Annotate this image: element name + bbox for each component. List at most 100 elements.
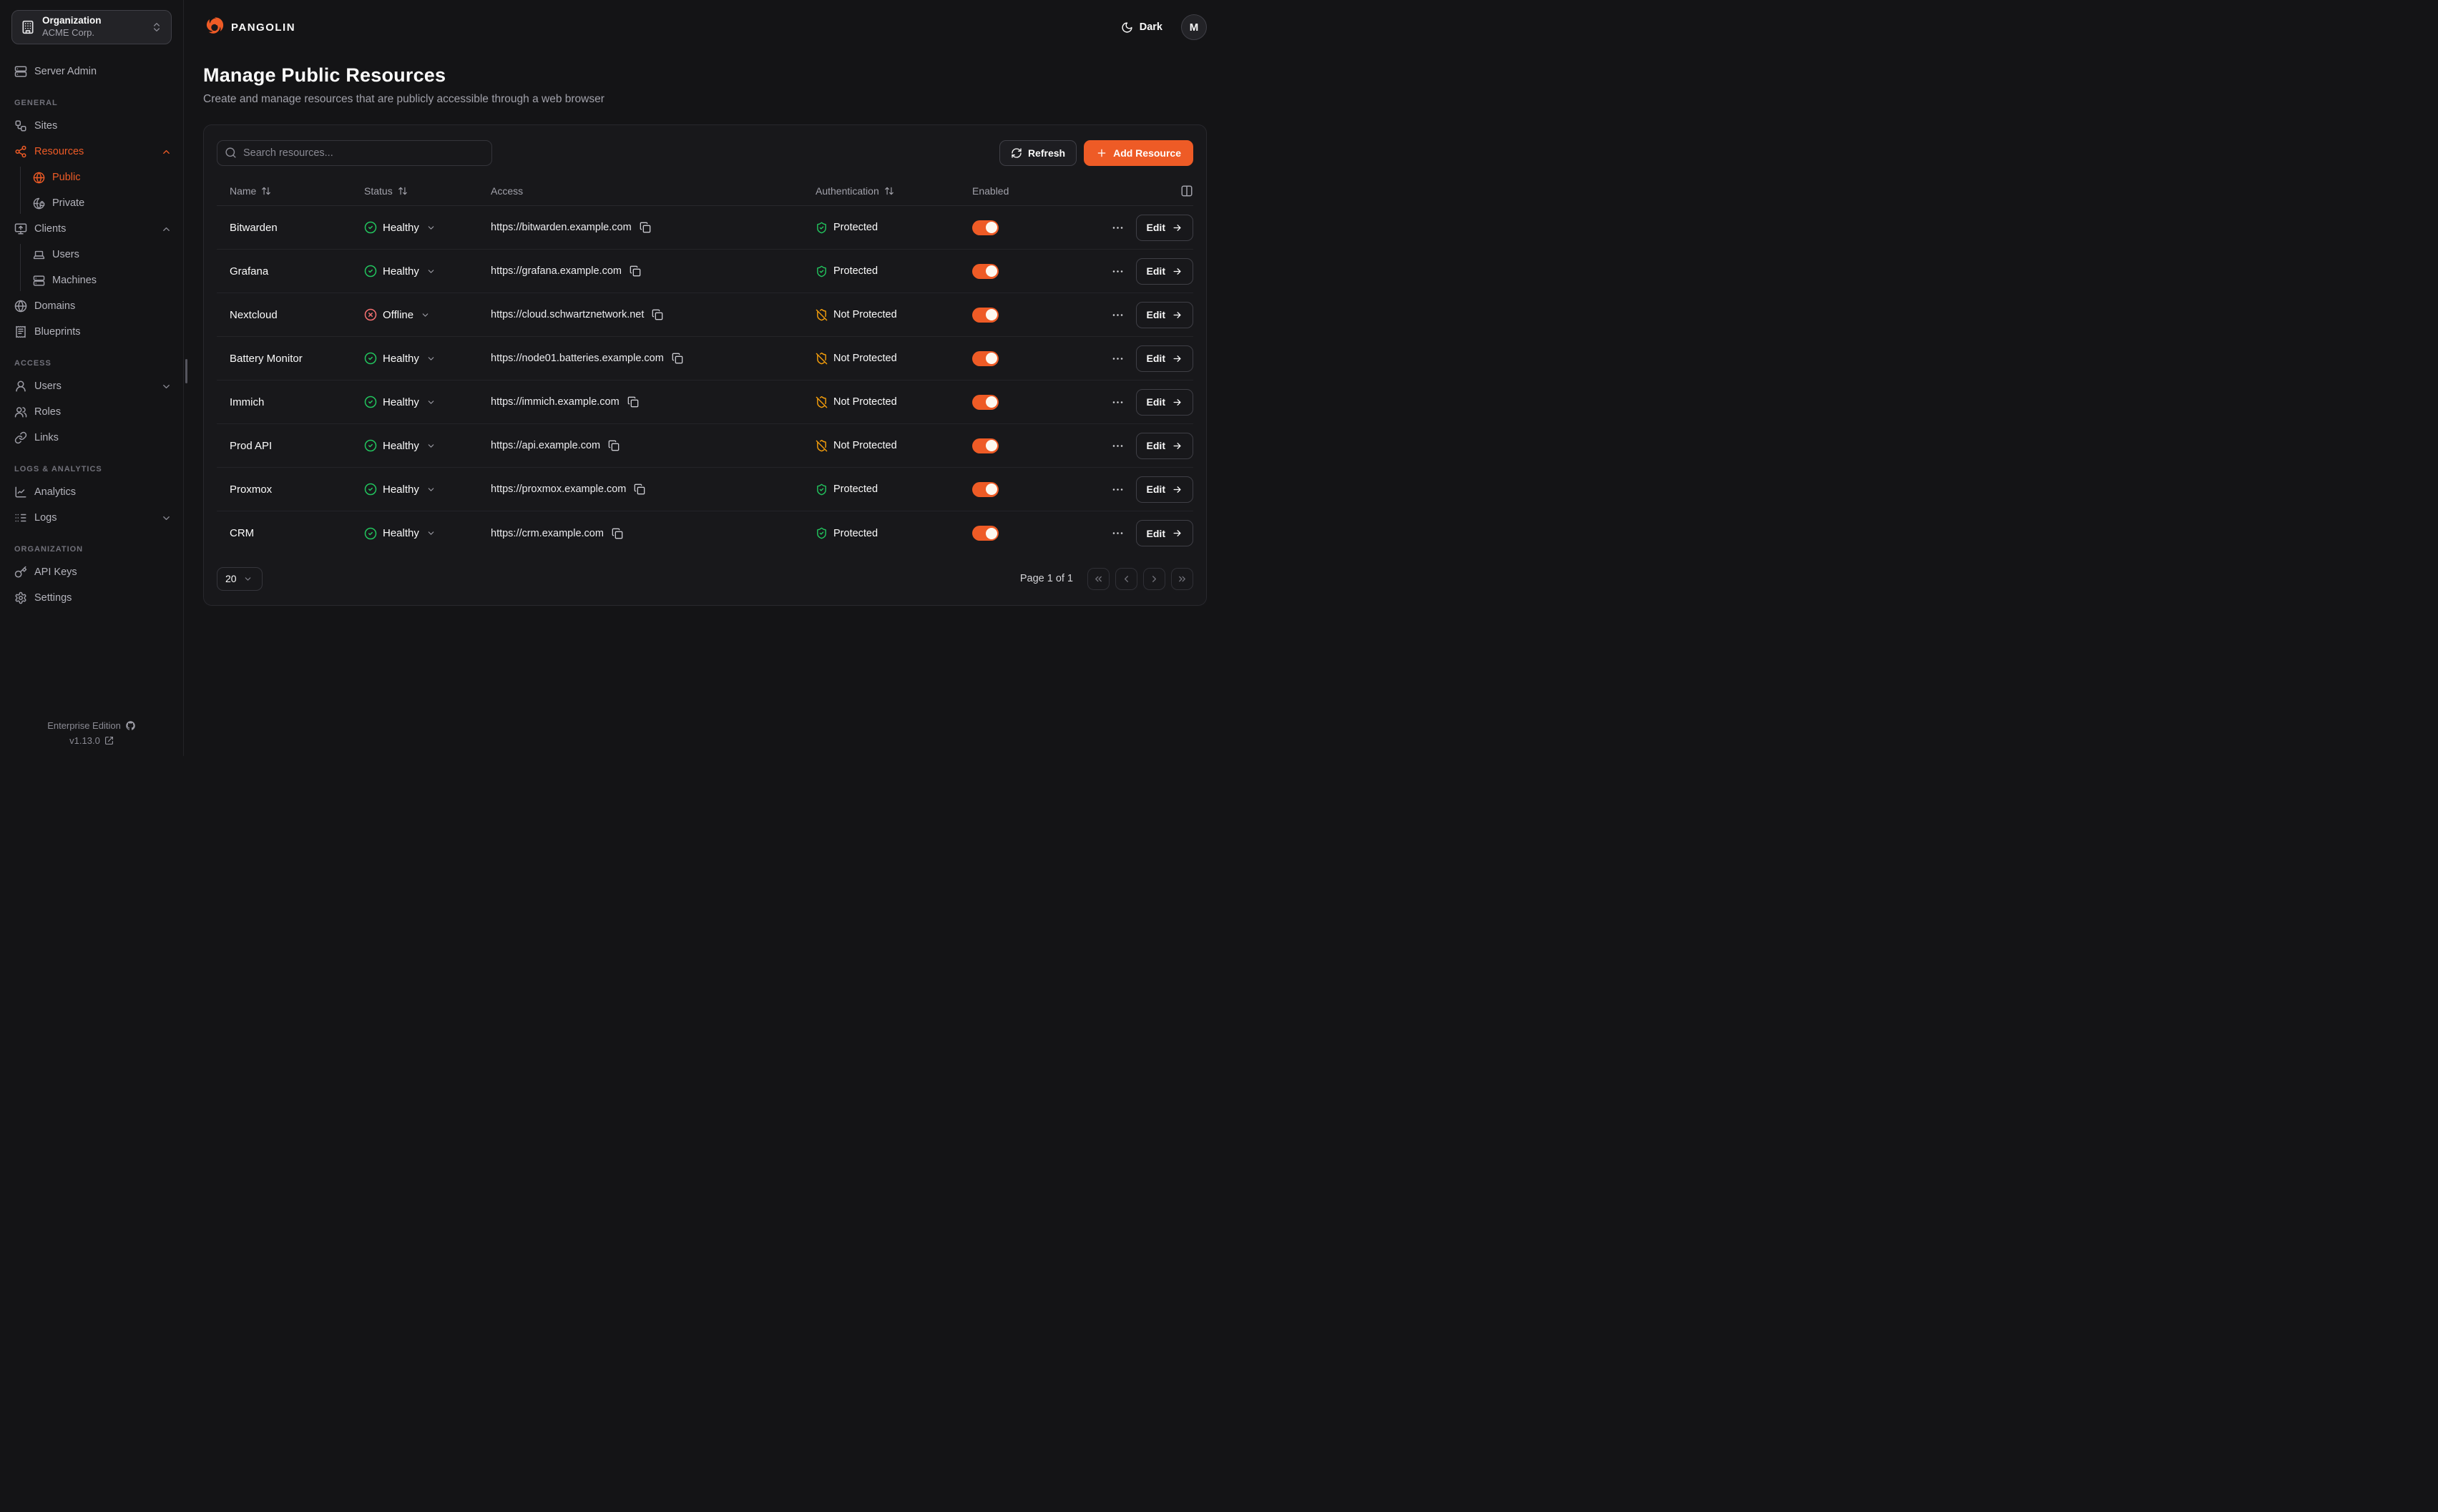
status-dropdown[interactable]: Healthy [364, 221, 491, 234]
auth-label: Not Protected [833, 353, 897, 364]
sidebar-resize-handle[interactable] [185, 359, 187, 383]
column-header-name[interactable]: Name [230, 185, 364, 197]
enabled-toggle[interactable] [972, 482, 999, 497]
sidebar-item-logs[interactable]: Logs [0, 505, 183, 531]
row-menu-button[interactable] [1111, 265, 1125, 278]
auth-label: Not Protected [833, 309, 897, 320]
status-dropdown[interactable]: Healthy [364, 352, 491, 365]
org-selector[interactable]: Organization ACME Corp. [11, 10, 172, 44]
edit-button[interactable]: Edit [1136, 345, 1193, 372]
sidebar-item-label: Analytics [34, 486, 172, 498]
sidebar-item-users[interactable]: Users [0, 242, 183, 267]
enabled-toggle[interactable] [972, 264, 999, 279]
sidebar-item-roles[interactable]: Roles [0, 399, 183, 425]
brand[interactable]: PANGOLIN [203, 16, 295, 38]
status-dropdown[interactable]: Healthy [364, 439, 491, 452]
status-dropdown[interactable]: Healthy [364, 396, 491, 408]
globe-lock-icon [33, 197, 45, 210]
sidebar-item-analytics[interactable]: Analytics [0, 479, 183, 505]
theme-toggle[interactable]: Dark [1121, 21, 1162, 34]
chevron-down-icon [426, 441, 436, 451]
copy-url-button[interactable] [608, 440, 620, 451]
sidebar-item-blueprints[interactable]: Blueprints [0, 319, 183, 345]
edit-button[interactable]: Edit [1136, 215, 1193, 241]
enabled-toggle[interactable] [972, 308, 999, 323]
sidebar-item-resources[interactable]: Resources [0, 139, 183, 165]
refresh-button[interactable]: Refresh [999, 140, 1077, 166]
sidebar-item-settings[interactable]: Settings [0, 585, 183, 611]
shield-off-icon [816, 396, 828, 408]
resource-url: https://node01.batteries.example.com [491, 353, 664, 364]
link-icon [14, 431, 27, 444]
circle-check-icon [364, 527, 377, 540]
column-header-authentication[interactable]: Authentication [816, 185, 972, 197]
row-menu-button[interactable] [1111, 352, 1125, 365]
chevrons-right-icon [1177, 574, 1188, 584]
last-page-button[interactable] [1171, 568, 1193, 590]
resource-name: Battery Monitor [230, 353, 303, 365]
status-dropdown[interactable]: Healthy [364, 527, 491, 540]
row-menu-button[interactable] [1111, 308, 1125, 322]
copy-url-button[interactable] [634, 483, 645, 495]
copy-url-button[interactable] [652, 309, 663, 320]
sidebar-item-label: Machines [52, 275, 172, 286]
sidebar-item-private[interactable]: Private [0, 190, 183, 216]
row-menu-button[interactable] [1111, 483, 1125, 496]
columns-settings-icon[interactable] [1180, 185, 1193, 197]
copy-url-button[interactable] [630, 265, 641, 277]
next-page-button[interactable] [1143, 568, 1165, 590]
sidebar-item-server-admin[interactable]: Server Admin [0, 59, 183, 84]
copy-url-button[interactable] [627, 396, 639, 408]
enabled-toggle[interactable] [972, 395, 999, 410]
edit-button[interactable]: Edit [1136, 476, 1193, 503]
row-menu-button[interactable] [1111, 439, 1125, 453]
chevron-down-icon [426, 485, 436, 494]
edit-button[interactable]: Edit [1136, 302, 1193, 328]
sidebar-item-machines[interactable]: Machines [0, 267, 183, 293]
copy-url-button[interactable] [672, 353, 683, 364]
status-dropdown[interactable]: Healthy [364, 265, 491, 278]
sidebar-item-api-keys[interactable]: API Keys [0, 559, 183, 585]
table-row: NextcloudOfflinehttps://cloud.schwartzne… [217, 293, 1193, 337]
sidebar-item-clients[interactable]: Clients [0, 216, 183, 242]
auth-label: Not Protected [833, 396, 897, 408]
version-row[interactable]: v1.13.0 [0, 735, 183, 746]
sidebar-item-users[interactable]: Users [0, 373, 183, 399]
page-size-select[interactable]: 20 [217, 567, 263, 591]
sidebar-item-sites[interactable]: Sites [0, 113, 183, 139]
first-page-button[interactable] [1087, 568, 1110, 590]
edit-button[interactable]: Edit [1136, 520, 1193, 546]
page-title: Manage Public Resources [203, 64, 1207, 87]
edit-button[interactable]: Edit [1136, 258, 1193, 285]
arrow-right-icon [1172, 441, 1183, 451]
shield-check-icon [816, 222, 828, 234]
enabled-toggle[interactable] [972, 220, 999, 235]
copy-url-button[interactable] [640, 222, 651, 233]
search-input[interactable] [217, 140, 492, 166]
sites-icon [14, 119, 27, 132]
sidebar-item-links[interactable]: Links [0, 425, 183, 451]
column-header-status[interactable]: Status [364, 185, 491, 197]
avatar[interactable]: M [1181, 14, 1207, 40]
status-dropdown[interactable]: Healthy [364, 483, 491, 496]
enabled-toggle[interactable] [972, 526, 999, 541]
edit-button[interactable]: Edit [1136, 389, 1193, 416]
sidebar-item-label: Links [34, 432, 172, 443]
edit-button[interactable]: Edit [1136, 433, 1193, 459]
theme-label: Dark [1140, 21, 1162, 33]
status-dropdown[interactable]: Offline [364, 308, 491, 321]
add-resource-button[interactable]: Add Resource [1084, 140, 1193, 166]
prev-page-button[interactable] [1115, 568, 1137, 590]
enabled-toggle[interactable] [972, 438, 999, 453]
status-label: Healthy [383, 265, 419, 278]
sort-icon [398, 186, 408, 196]
edition-row[interactable]: Enterprise Edition [0, 720, 183, 731]
sidebar-item-public[interactable]: Public [0, 165, 183, 190]
enabled-toggle[interactable] [972, 351, 999, 366]
sidebar-item-domains[interactable]: Domains [0, 293, 183, 319]
row-menu-button[interactable] [1111, 396, 1125, 409]
sidebar: Organization ACME Corp. Server Admin Gen… [0, 0, 184, 756]
copy-url-button[interactable] [612, 528, 623, 539]
row-menu-button[interactable] [1111, 221, 1125, 235]
row-menu-button[interactable] [1111, 526, 1125, 540]
